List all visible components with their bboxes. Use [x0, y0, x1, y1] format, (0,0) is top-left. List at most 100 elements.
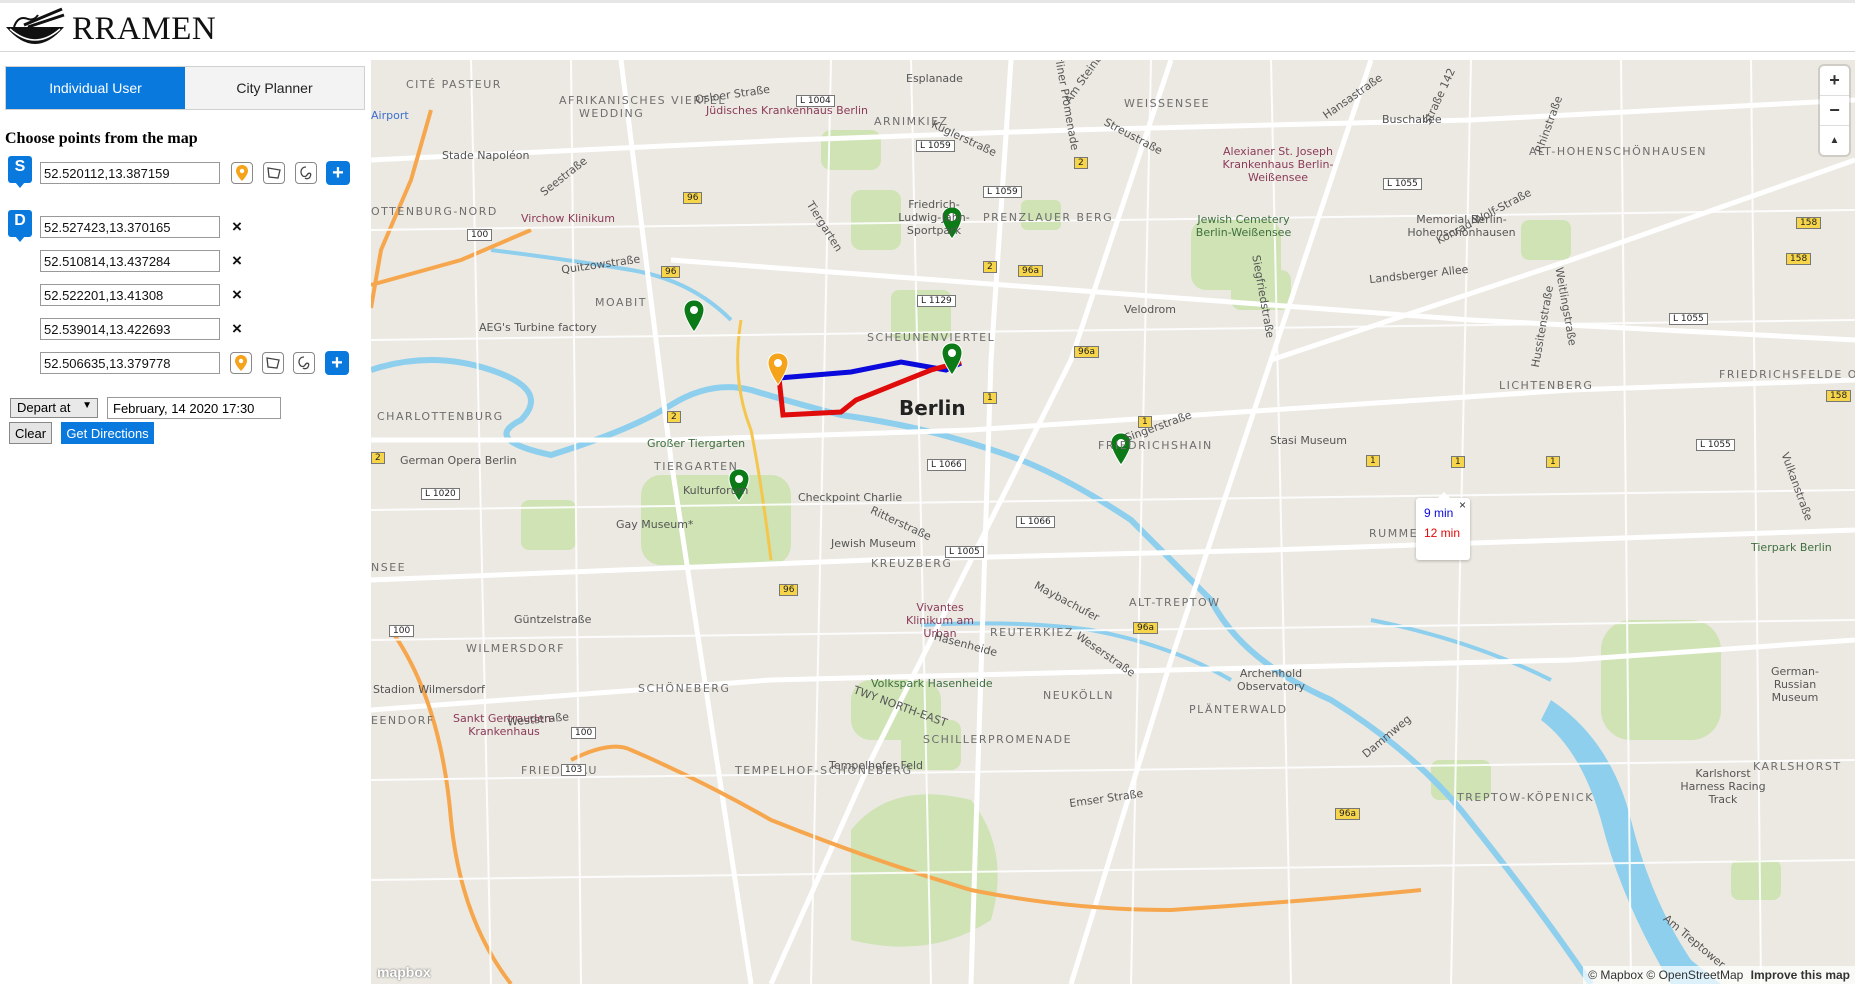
road-shield: L 1020 — [421, 488, 460, 500]
road-shield: 1 — [1546, 456, 1560, 468]
district-label: ALT-TREPTOW — [1129, 596, 1221, 609]
destination-input-3[interactable] — [40, 284, 220, 306]
district-label: WEDDING — [579, 107, 645, 120]
poi-label: Stasi Museum — [1270, 434, 1347, 447]
poi-label: Jewish Cemetery Berlin-Weißensee — [1195, 213, 1292, 239]
city-label: Berlin — [899, 396, 966, 420]
map-view[interactable]: Berlin AFRIKANISCHES VIERTEL WEDDING ARN… — [371, 60, 1855, 984]
destination-input-4[interactable] — [40, 318, 220, 340]
road-shield: 1 — [1138, 416, 1152, 428]
source-coordinate-input[interactable] — [40, 162, 220, 184]
remove-destination-4-button[interactable]: × — [232, 319, 242, 339]
compass-button[interactable]: ▲ — [1820, 126, 1849, 155]
road-shield: L 1055 — [1383, 178, 1422, 190]
improve-map-link[interactable]: Improve this map — [1751, 968, 1850, 982]
map-attribution: © Mapbox © OpenStreetMap Improve this ma… — [1583, 966, 1855, 984]
road-shield: 96a — [1018, 265, 1043, 277]
ramen-bowl-icon — [6, 7, 65, 44]
remove-destination-3-button[interactable]: × — [232, 285, 242, 305]
road-shield: 1 — [983, 392, 997, 404]
poi-label: Gay Museum* — [616, 518, 694, 531]
district-label: SCHILLERPROMENADE — [923, 733, 1073, 746]
district-label: NEUKÖLLN — [1043, 689, 1114, 702]
dropdown-arrow-icon: ▼ — [82, 400, 92, 411]
district-label: FRIEDRICHSHAIN — [1098, 439, 1213, 452]
district-label: CITÉ PASTEUR — [406, 78, 502, 91]
depart-datetime-input[interactable] — [107, 397, 281, 419]
street-label: Esplanade — [906, 72, 963, 85]
lasso-tool-button-destination[interactable] — [293, 352, 315, 374]
poi-label: Stadion Wilmersdorf — [373, 683, 485, 696]
polygon-tool-button[interactable] — [263, 162, 285, 184]
poi-label: German Opera Berlin — [400, 454, 517, 467]
add-source-button[interactable]: + — [326, 161, 350, 185]
poi-label: Jüdisches Krankenhaus Berlin — [706, 104, 868, 117]
source-marker-icon[interactable] — [767, 352, 789, 386]
top-bar: RRAMEN — [0, 0, 1855, 52]
district-label: REUTERKIEZ — [990, 626, 1074, 639]
pin-tool-button[interactable] — [231, 162, 253, 184]
depart-mode-select[interactable]: Depart at ▼ — [10, 398, 98, 418]
zoom-out-button[interactable]: − — [1820, 96, 1849, 126]
street-label: Buschallee — [1382, 113, 1442, 126]
polygon-icon — [266, 357, 280, 369]
destination-input-1[interactable] — [40, 216, 220, 238]
road-shield: L 1004 — [796, 95, 835, 107]
mapbox-logo[interactable]: mapbox — [377, 964, 431, 980]
get-directions-button[interactable]: Get Directions — [61, 422, 154, 444]
polygon-icon — [267, 167, 281, 179]
district-label: PLÄNTERWALD — [1189, 703, 1288, 716]
logo[interactable]: RRAMEN — [4, 7, 216, 51]
road-shield: 100 — [389, 625, 415, 637]
road-shield: 96a — [1074, 346, 1099, 358]
destination-marker-1-icon[interactable] — [683, 299, 705, 333]
district-label: SCHÖNEBERG — [638, 682, 731, 695]
poi-label: Karlshorst Harness Racing Track — [1680, 767, 1766, 806]
district-label: MOABIT — [595, 296, 647, 309]
destination-input-5[interactable] — [40, 352, 220, 374]
poi-label: AEG's Turbine factory — [479, 321, 597, 334]
poi-label: Virchow Klinikum — [521, 212, 615, 225]
source-badge: S — [8, 156, 32, 188]
pin-tool-button-destination[interactable] — [230, 352, 252, 374]
choose-points-heading: Choose points from the map — [5, 130, 198, 147]
clear-button[interactable]: Clear — [9, 422, 52, 444]
mode-tabs: Individual User City Planner — [5, 66, 365, 110]
destination-marker-2-icon[interactable] — [941, 342, 963, 376]
popup-close-button[interactable]: × — [1459, 498, 1466, 512]
road-shield: 1 — [1366, 455, 1380, 467]
district-label: PRENZLAUER BERG — [983, 211, 1114, 224]
poi-label: Stade Napoléon — [442, 149, 530, 162]
road-shield: L 1059 — [916, 140, 955, 152]
poi-label: Großer Tiergarten — [647, 437, 746, 450]
road-shield: 158 — [1826, 390, 1852, 402]
poi-label: Checkpoint Charlie — [798, 491, 903, 504]
poi-label: Archenhold Observatory — [1237, 667, 1305, 693]
road-shield: L 1055 — [1669, 313, 1708, 325]
road-shield: 96 — [683, 192, 703, 204]
attribution-text[interactable]: © Mapbox © OpenStreetMap — [1588, 968, 1743, 982]
route-time-popup: × 9 min 12 min — [1416, 492, 1470, 560]
district-label: WEISSENSEE — [1124, 97, 1211, 110]
add-destination-button[interactable]: + — [325, 351, 349, 375]
road-shield: 96a — [1335, 808, 1360, 820]
map-base — [371, 60, 1855, 984]
polygon-tool-button-destination[interactable] — [262, 352, 284, 374]
remove-destination-1-button[interactable]: × — [232, 217, 242, 237]
poi-label: Volkspark Hasenheide — [871, 677, 993, 690]
poi-label: Velodrom — [1124, 303, 1176, 316]
road-shield: 100 — [571, 727, 597, 739]
destination-badge: D — [8, 210, 32, 242]
zoom-in-button[interactable]: + — [1820, 66, 1849, 96]
blue-route-time: 9 min — [1424, 506, 1454, 520]
poi-label: Tierpark Berlin — [1751, 541, 1832, 554]
red-route-time: 12 min — [1424, 526, 1461, 540]
lasso-tool-button[interactable] — [295, 162, 317, 184]
destination-input-2[interactable] — [40, 250, 220, 272]
remove-destination-2-button[interactable]: × — [232, 251, 242, 271]
road-shield: 96a — [1133, 622, 1158, 634]
road-shield: 96 — [779, 584, 799, 596]
district-label: LICHTENBERG — [1499, 379, 1594, 392]
tab-individual-user[interactable]: Individual User — [6, 67, 185, 109]
tab-city-planner[interactable]: City Planner — [185, 67, 364, 109]
